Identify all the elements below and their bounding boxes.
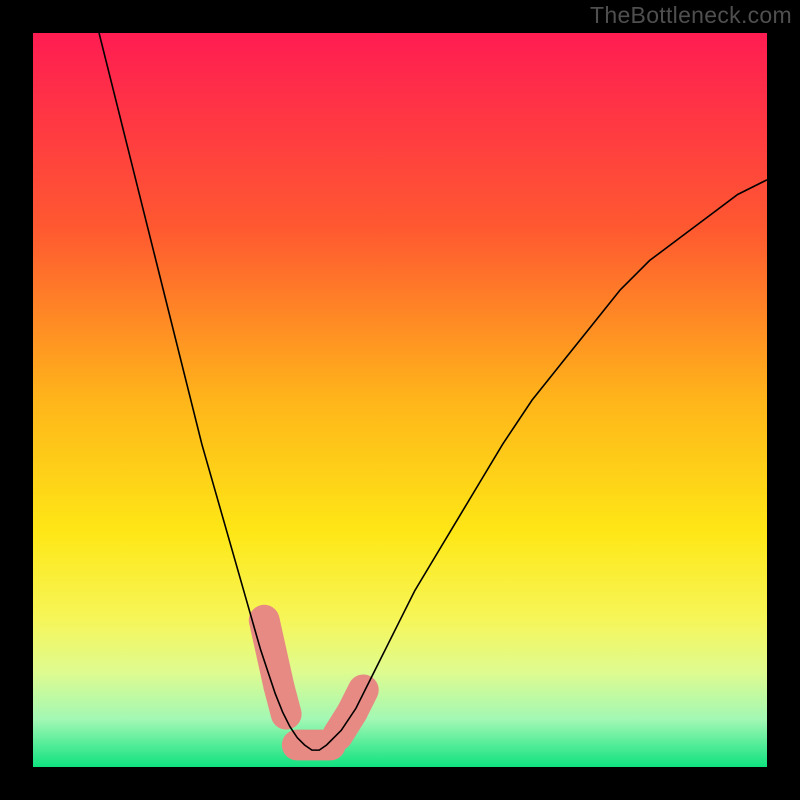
- chart-root: TheBottleneck.com: [0, 0, 800, 800]
- plot-area: [33, 33, 767, 767]
- watermark-text: TheBottleneck.com: [590, 2, 792, 29]
- plot-svg: [33, 33, 767, 767]
- highlight-segment: [352, 690, 363, 712]
- gradient-background: [33, 33, 767, 767]
